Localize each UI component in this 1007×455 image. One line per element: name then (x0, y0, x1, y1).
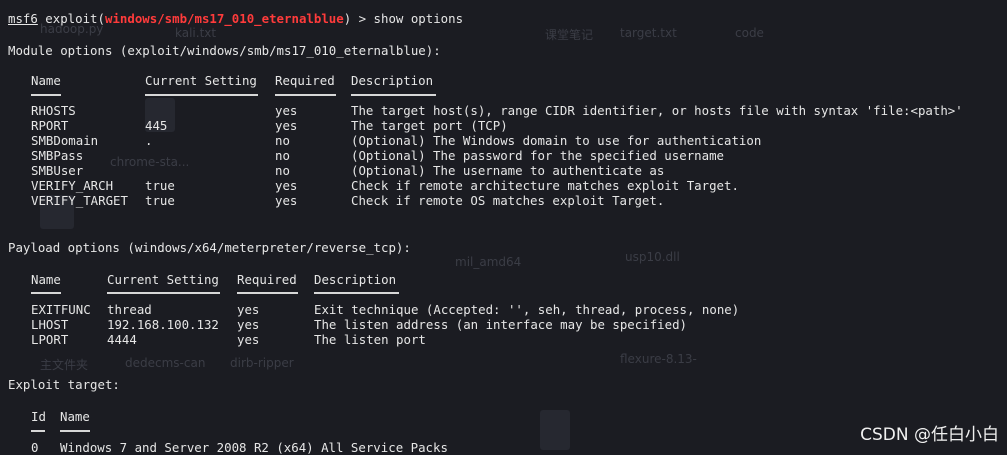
option-description: Check if remote OS matches exploit Targe… (351, 193, 665, 208)
option-name: SMBUser (31, 163, 84, 178)
option-required: yes (275, 103, 298, 118)
option-name: RHOSTS (31, 103, 76, 118)
option-name: RPORT (31, 118, 69, 133)
option-description: (Optional) The username to authenticate … (351, 163, 665, 178)
prompt-command: ) > show options (343, 11, 464, 26)
option-description: Exit technique (Accepted: '', seh, threa… (314, 302, 740, 317)
option-required: yes (237, 332, 260, 347)
option-required: no (275, 133, 290, 148)
option-setting: true (145, 193, 175, 208)
option-description: (Optional) The Windows domain to use for… (351, 133, 762, 148)
option-name: VERIFY_TARGET (31, 193, 128, 208)
option-setting: 445 (145, 118, 168, 133)
col-header-required: Required (237, 272, 297, 287)
option-name: SMBPass (31, 148, 84, 163)
col-underline (314, 292, 399, 294)
col-header-setting: Current Setting (107, 272, 219, 287)
option-required: no (275, 148, 290, 163)
exploit-target-header: Exploit target: (8, 377, 120, 392)
command-prompt-line: msf6 exploit(windows/smb/ms17_010_eterna… (8, 11, 463, 26)
option-description: Check if remote architecture matches exp… (351, 178, 739, 193)
col-header-id: Id (31, 409, 46, 424)
col-underline (31, 430, 45, 432)
col-header-name: Name (31, 73, 61, 88)
prompt-module: windows/smb/ms17_010_eternalblue (104, 11, 344, 26)
option-description: (Optional) The password for the specifie… (351, 148, 724, 163)
option-name: SMBDomain (31, 133, 99, 148)
watermark: CSDN @任白小白 (860, 425, 999, 445)
option-required: yes (275, 118, 298, 133)
col-underline (107, 292, 220, 294)
col-underline (237, 292, 298, 294)
prompt-word: exploit( (37, 11, 105, 26)
col-header-setting: Current Setting (145, 73, 257, 88)
option-name: LHOST (31, 317, 69, 332)
col-underline (351, 94, 436, 96)
option-required: yes (275, 193, 298, 208)
col-underline (31, 292, 61, 294)
option-setting: 192.168.100.132 (107, 317, 219, 332)
option-required: no (275, 163, 290, 178)
prompt-prefix: msf6 (8, 11, 38, 26)
option-description: The target port (TCP) (351, 118, 508, 133)
option-required: yes (275, 178, 298, 193)
col-header-description: Description (351, 73, 434, 88)
col-header-name: Name (60, 409, 90, 424)
option-description: The listen port (314, 332, 426, 347)
option-required: yes (237, 302, 260, 317)
module-options-header: Module options (exploit/windows/smb/ms17… (8, 43, 441, 58)
option-required: yes (237, 317, 260, 332)
col-header-description: Description (314, 272, 397, 287)
target-id: 0 (31, 440, 39, 455)
option-setting: 4444 (107, 332, 137, 347)
col-underline (275, 94, 336, 96)
col-underline (145, 94, 258, 96)
target-name: Windows 7 and Server 2008 R2 (x64) All S… (60, 440, 448, 455)
col-header-name: Name (31, 272, 61, 287)
col-underline (31, 94, 61, 96)
option-name: VERIFY_ARCH (31, 178, 114, 193)
option-setting: thread (107, 302, 152, 317)
option-name: EXITFUNC (31, 302, 91, 317)
option-name: LPORT (31, 332, 69, 347)
option-setting: true (145, 178, 175, 193)
option-setting: . (145, 133, 153, 148)
col-underline (60, 430, 90, 432)
option-description: The target host(s), range CIDR identifie… (351, 103, 963, 118)
payload-options-header: Payload options (windows/x64/meterpreter… (8, 240, 411, 255)
option-description: The listen address (an interface may be … (314, 317, 687, 332)
terminal[interactable]: msf6 exploit(windows/smb/ms17_010_eterna… (8, 11, 1007, 455)
col-header-required: Required (275, 73, 335, 88)
